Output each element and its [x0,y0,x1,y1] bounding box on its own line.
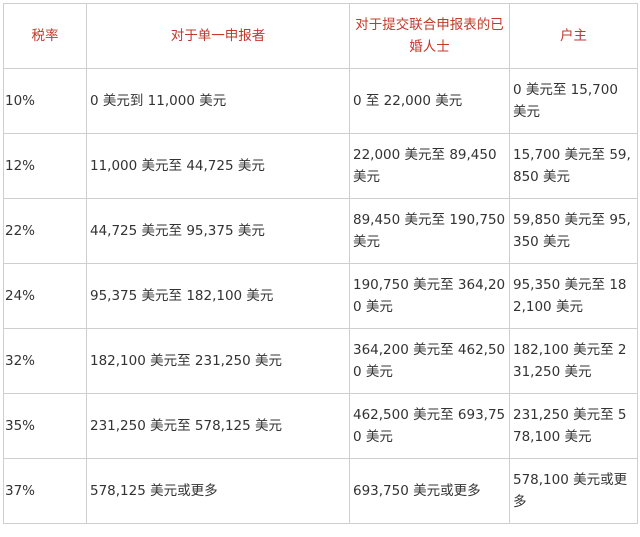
rate-cell: 32% [3,328,87,394]
head-of-household-cell: 182,100 美元至 231,250 美元 [509,328,638,394]
tax-bracket-table: 税率 对于单一申报者 对于提交联合申报表的已婚人士 户主 10% 0 美元到 1… [3,3,638,524]
single-filer-cell: 44,725 美元至 95,375 美元 [86,198,350,264]
head-of-household-cell: 231,250 美元至 578,100 美元 [509,393,638,459]
single-filer-cell: 11,000 美元至 44,725 美元 [86,133,350,199]
married-joint-cell: 693,750 美元或更多 [349,458,510,524]
header-married-joint: 对于提交联合申报表的已婚人士 [349,3,510,69]
rate-cell: 10% [3,68,87,134]
married-joint-cell: 22,000 美元至 89,450 美元 [349,133,510,199]
head-of-household-cell: 0 美元至 15,700 美元 [509,68,638,134]
married-joint-cell: 190,750 美元至 364,200 美元 [349,263,510,329]
head-of-household-cell: 59,850 美元至 95,350 美元 [509,198,638,264]
header-tax-rate: 税率 [3,3,87,69]
single-filer-cell: 95,375 美元至 182,100 美元 [86,263,350,329]
table-row: 35% 231,250 美元至 578,125 美元 462,500 美元至 6… [3,393,638,459]
table-row: 24% 95,375 美元至 182,100 美元 190,750 美元至 36… [3,263,638,329]
table-row: 10% 0 美元到 11,000 美元 0 至 22,000 美元 0 美元至 … [3,68,638,134]
head-of-household-cell: 578,100 美元或更多 [509,458,638,524]
married-joint-cell: 462,500 美元至 693,750 美元 [349,393,510,459]
table-row: 32% 182,100 美元至 231,250 美元 364,200 美元至 4… [3,328,638,394]
rate-cell: 37% [3,458,87,524]
married-joint-cell: 364,200 美元至 462,500 美元 [349,328,510,394]
table-row: 22% 44,725 美元至 95,375 美元 89,450 美元至 190,… [3,198,638,264]
header-head-of-household: 户主 [509,3,638,69]
table-row: 12% 11,000 美元至 44,725 美元 22,000 美元至 89,4… [3,133,638,199]
rate-cell: 22% [3,198,87,264]
header-row: 税率 对于单一申报者 对于提交联合申报表的已婚人士 户主 [3,3,638,69]
single-filer-cell: 0 美元到 11,000 美元 [86,68,350,134]
rate-cell: 12% [3,133,87,199]
married-joint-cell: 0 至 22,000 美元 [349,68,510,134]
head-of-household-cell: 15,700 美元至 59,850 美元 [509,133,638,199]
head-of-household-cell: 95,350 美元至 182,100 美元 [509,263,638,329]
single-filer-cell: 578,125 美元或更多 [86,458,350,524]
header-single-filer: 对于单一申报者 [86,3,350,69]
rate-cell: 24% [3,263,87,329]
table-row: 37% 578,125 美元或更多 693,750 美元或更多 578,100 … [3,458,638,524]
married-joint-cell: 89,450 美元至 190,750 美元 [349,198,510,264]
single-filer-cell: 231,250 美元至 578,125 美元 [86,393,350,459]
single-filer-cell: 182,100 美元至 231,250 美元 [86,328,350,394]
rate-cell: 35% [3,393,87,459]
